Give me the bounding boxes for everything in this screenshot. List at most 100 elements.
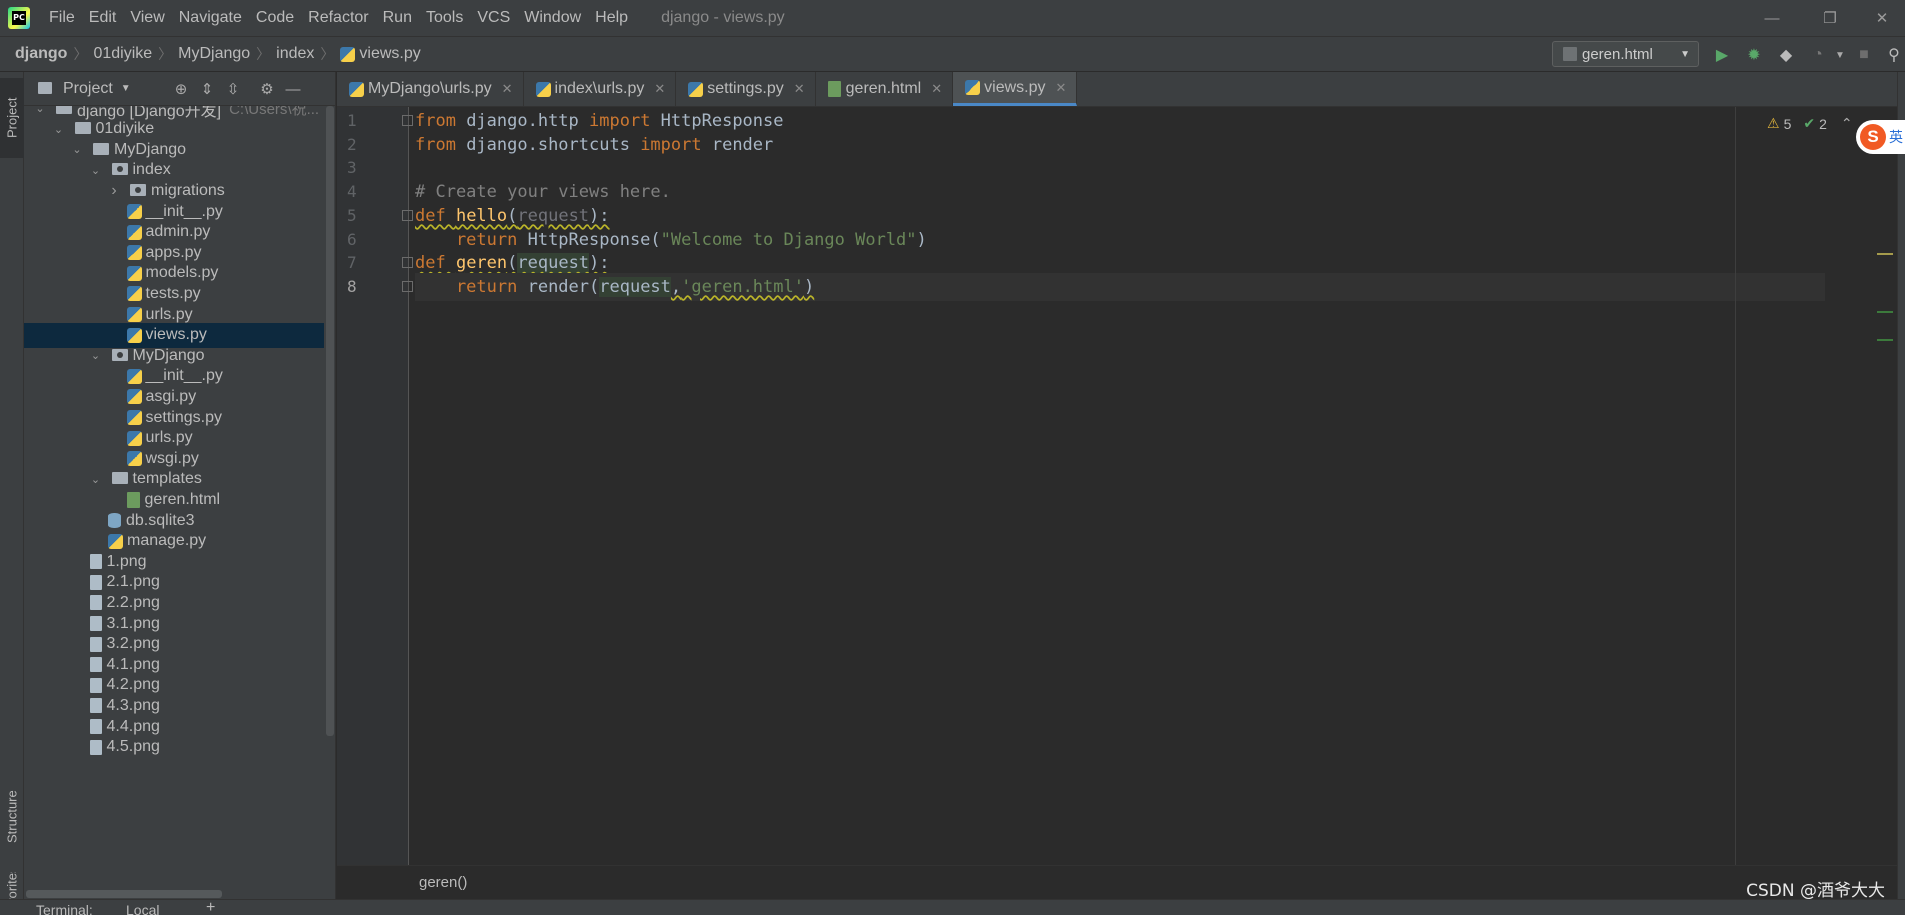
function-breadcrumb[interactable]: geren() bbox=[419, 874, 467, 891]
chevron-down-icon[interactable]: ⌄ bbox=[90, 349, 102, 362]
breadcrumb-item[interactable]: django bbox=[15, 45, 67, 63]
code-token: import bbox=[589, 111, 661, 131]
expand-all-icon[interactable]: ⇕ bbox=[198, 80, 216, 98]
locate-file-icon[interactable]: ⊕ bbox=[172, 80, 190, 98]
tree-horizontal-scrollbar[interactable] bbox=[26, 890, 222, 898]
code-token: ( bbox=[507, 253, 518, 274]
menu-file[interactable]: File bbox=[42, 9, 82, 27]
scrollbar-change-mark[interactable] bbox=[1877, 339, 1893, 341]
breadcrumb-item[interactable]: MyDjango bbox=[178, 45, 250, 63]
fold-marker-icon[interactable] bbox=[402, 209, 413, 221]
fold-marker-icon[interactable] bbox=[402, 280, 413, 292]
profile-dropdown-icon[interactable]: ▼ bbox=[1830, 45, 1850, 65]
structure-tool-tab[interactable]: Structure bbox=[0, 772, 24, 862]
code-token: ) bbox=[916, 229, 927, 250]
profile-icon[interactable]: ◔ bbox=[1808, 45, 1828, 65]
editor-tab[interactable]: MyDjango\urls.py ✕ bbox=[337, 72, 524, 106]
menu-run[interactable]: Run bbox=[376, 9, 419, 27]
watermark: CSDN @酒爷大大 bbox=[1746, 881, 1885, 901]
scrollbar-warning-mark[interactable] bbox=[1877, 253, 1893, 255]
minimize-button[interactable]: — bbox=[1743, 0, 1801, 36]
chevron-down-icon[interactable]: ▼ bbox=[121, 83, 131, 94]
stop-icon[interactable]: ■ bbox=[1854, 45, 1874, 65]
new-terminal-button[interactable]: + bbox=[206, 899, 215, 915]
project-tool-tab[interactable]: Project bbox=[0, 78, 24, 158]
breadcrumb-item[interactable]: views.py bbox=[340, 45, 421, 63]
editor-tab[interactable]: views.py ✕ bbox=[953, 72, 1078, 106]
tree-item-label: 2.1.png bbox=[106, 573, 160, 591]
menu-tools[interactable]: Tools bbox=[419, 9, 470, 27]
coverage-icon[interactable]: ◆ bbox=[1776, 45, 1796, 65]
breadcrumb-item[interactable]: index bbox=[276, 45, 314, 63]
close-icon[interactable]: ✕ bbox=[794, 81, 805, 97]
chevron-down-icon[interactable]: ⌄ bbox=[90, 473, 102, 486]
chevron-up-icon[interactable]: ⌃ bbox=[1841, 115, 1853, 132]
package-folder-icon bbox=[130, 183, 146, 196]
inspection-widget[interactable]: ⚠ 5 ✔ 2 ⌃ bbox=[1767, 115, 1853, 132]
folder-icon bbox=[56, 106, 72, 114]
restore-button[interactable]: ❐ bbox=[1801, 0, 1859, 36]
collapse-all-icon[interactable]: ⇳ bbox=[224, 80, 242, 98]
code-editor[interactable]: 12345678 from django.http import HttpRes… bbox=[337, 107, 1897, 865]
image-file-icon bbox=[89, 616, 102, 631]
tree-item[interactable]: 4.5.png bbox=[24, 735, 324, 760]
run-icon[interactable]: ▶ bbox=[1712, 45, 1732, 65]
editor-tab-label: MyDjango\urls.py bbox=[368, 80, 492, 97]
code-token: request bbox=[599, 276, 671, 297]
fold-marker-icon[interactable] bbox=[402, 115, 413, 126]
image-file-icon bbox=[89, 719, 102, 734]
run-configuration-select[interactable]: geren.html ▼ bbox=[1552, 41, 1699, 67]
python-file-icon bbox=[126, 307, 142, 322]
close-icon[interactable]: ✕ bbox=[931, 81, 942, 97]
pycharm-logo-icon[interactable]: PC bbox=[8, 7, 30, 29]
weak-warning-count: 2 bbox=[1819, 115, 1827, 132]
menu-code[interactable]: Code bbox=[249, 9, 301, 27]
code-line[interactable]: from django.shortcuts import render bbox=[415, 131, 773, 159]
editor-tab[interactable]: settings.py ✕ bbox=[676, 72, 816, 106]
editor-tab[interactable]: index\urls.py ✕ bbox=[524, 72, 677, 106]
debug-icon[interactable]: ✹ bbox=[1744, 45, 1764, 65]
chevron-down-icon[interactable]: ⌄ bbox=[53, 123, 65, 136]
code-token: 'geren.html' bbox=[681, 276, 804, 297]
scrollbar-change-mark[interactable] bbox=[1877, 311, 1893, 313]
editor-tab[interactable]: geren.html ✕ bbox=[816, 72, 954, 106]
close-icon[interactable]: ✕ bbox=[1056, 80, 1067, 96]
gear-icon[interactable]: ⚙ bbox=[258, 80, 276, 98]
chevron-down-icon[interactable]: ⌄ bbox=[34, 106, 46, 115]
tree-vertical-scrollbar[interactable] bbox=[326, 106, 334, 736]
menu-window[interactable]: Window bbox=[517, 9, 588, 27]
hide-panel-icon[interactable]: — bbox=[284, 80, 302, 98]
warning-icon: ⚠ bbox=[1767, 115, 1780, 131]
ime-badge[interactable]: S 英 bbox=[1856, 120, 1905, 154]
chevron-right-icon[interactable]: › bbox=[108, 182, 120, 200]
tree-item-label: 4.1.png bbox=[106, 655, 160, 673]
terminal-tab-local[interactable]: Local bbox=[126, 902, 159, 915]
close-window-button[interactable]: ✕ bbox=[1859, 0, 1905, 36]
chevron-down-icon[interactable]: ⌄ bbox=[90, 164, 102, 177]
breadcrumb-item[interactable]: 01diyike bbox=[93, 45, 152, 63]
menu-edit[interactable]: Edit bbox=[82, 9, 124, 27]
menu-view[interactable]: View bbox=[123, 9, 171, 27]
menu-refactor[interactable]: Refactor bbox=[301, 9, 375, 27]
menu-help[interactable]: Help bbox=[588, 9, 635, 27]
image-file-icon bbox=[89, 554, 102, 570]
terminal-label[interactable]: Terminal: bbox=[36, 902, 93, 915]
code-area[interactable]: from django.http import HttpResponse from… bbox=[415, 107, 1825, 865]
chevron-down-icon[interactable]: ⌄ bbox=[71, 143, 83, 156]
code-token: from bbox=[415, 111, 467, 131]
python-file-icon bbox=[340, 46, 356, 62]
logo-text: PC bbox=[12, 11, 26, 25]
close-icon[interactable]: ✕ bbox=[502, 81, 513, 97]
search-icon[interactable]: ⚲ bbox=[1884, 45, 1904, 65]
code-token: hello bbox=[455, 205, 508, 226]
project-panel-title[interactable]: Project bbox=[63, 80, 113, 98]
menu-navigate[interactable]: Navigate bbox=[172, 9, 249, 27]
project-panel-header: Project ▼ ⊕ ⇕ ⇳ ⚙ — bbox=[24, 72, 335, 106]
code-line[interactable]: return render(request,'geren.html') bbox=[415, 272, 1825, 301]
tree-item-label: settings.py bbox=[145, 408, 222, 426]
fold-marker-icon[interactable] bbox=[402, 257, 413, 269]
close-icon[interactable]: ✕ bbox=[654, 81, 665, 97]
menu-vcs[interactable]: VCS bbox=[470, 9, 517, 27]
code-token: return bbox=[415, 276, 528, 297]
line-number-gutter[interactable]: 12345678 bbox=[337, 107, 413, 865]
